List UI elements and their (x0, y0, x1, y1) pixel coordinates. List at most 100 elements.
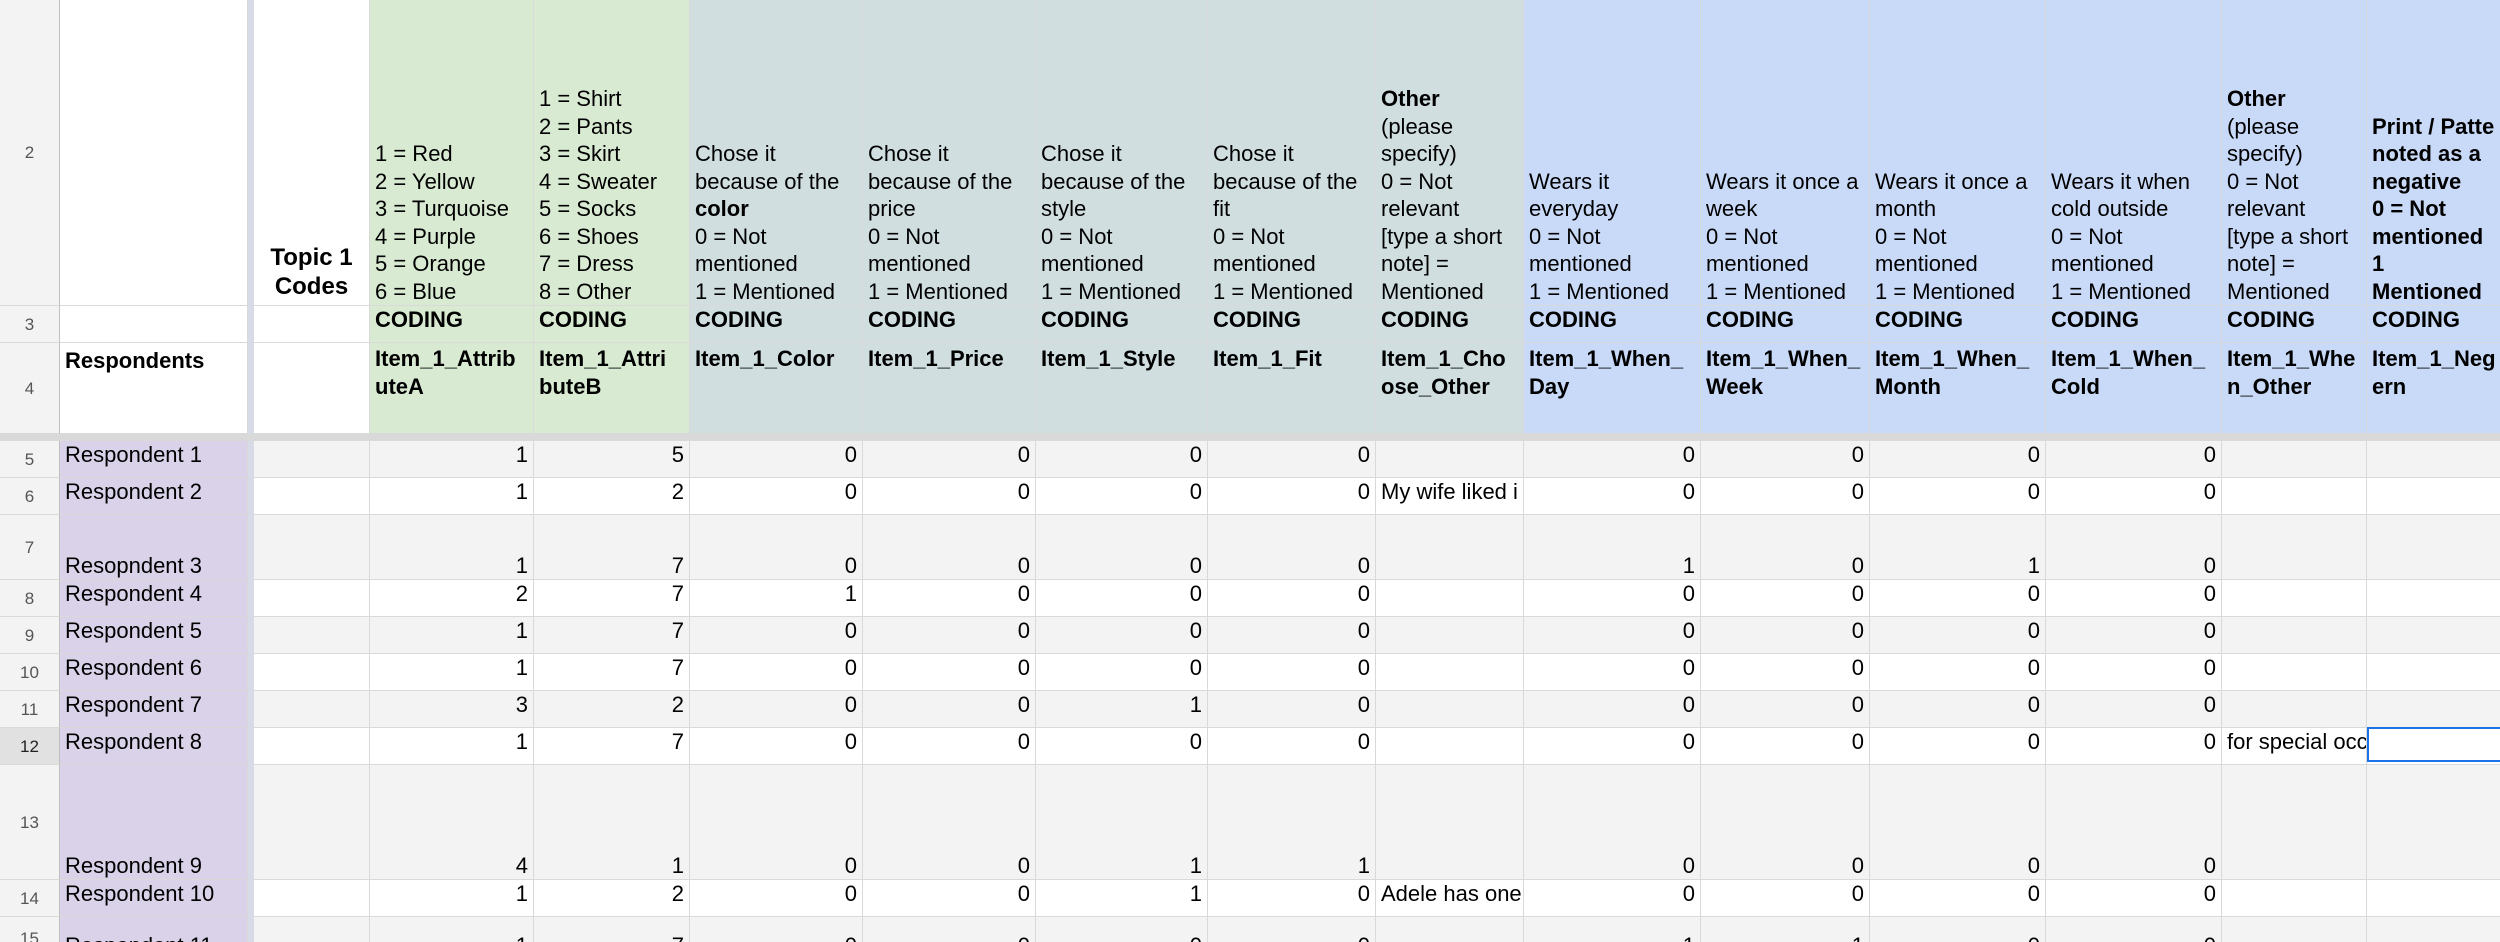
data-cell[interactable]: 4 (370, 765, 534, 880)
data-cell[interactable]: 0 (1524, 654, 1701, 691)
data-cell[interactable]: 1 (1036, 765, 1208, 880)
column-coding-12[interactable]: CODING (2222, 306, 2367, 343)
column-coding-7[interactable]: CODING (1376, 306, 1524, 343)
column-variable-7[interactable]: Item_1_Cho ose_Other (1376, 343, 1524, 434)
data-cell[interactable]: 0 (1036, 617, 1208, 654)
respondent-name-cell[interactable]: Respondent 9 (60, 765, 248, 880)
data-cell[interactable]: 1 (534, 765, 690, 880)
data-cell[interactable]: 0 (2046, 917, 2222, 942)
topic-1-codes-label[interactable]: Topic 1 Codes (254, 0, 370, 306)
column-description-5[interactable]: Chose it because of the style 0 = Not mentio… (1036, 0, 1208, 306)
row-header-3[interactable]: 3 (0, 306, 60, 343)
row-header-7[interactable]: 7 (0, 515, 60, 580)
column-description-1[interactable]: 1 = Red 2 = Yellow 3 = Turquoise 4 = Purple… (370, 0, 534, 306)
respondents-coding-blank[interactable] (60, 306, 248, 343)
data-cell[interactable] (2222, 654, 2367, 691)
data-cell[interactable]: 0 (1870, 617, 2046, 654)
column-description-4[interactable]: Chose it because of the price 0 = Not mentio… (863, 0, 1036, 306)
row-header-4[interactable]: 4 (0, 343, 60, 434)
data-cell[interactable]: 1 (370, 478, 534, 515)
column-variable-12[interactable]: Item_1_Whe n_Other (2222, 343, 2367, 434)
respondent-name-cell[interactable]: Respondent 5 (60, 617, 248, 654)
data-cell[interactable]: 0 (1701, 880, 1870, 917)
data-cell[interactable] (2367, 765, 2500, 880)
data-cell[interactable] (1376, 728, 1524, 765)
data-cell[interactable]: 0 (863, 580, 1036, 617)
data-cell[interactable]: 1 (370, 917, 534, 942)
data-cell[interactable]: 0 (690, 617, 863, 654)
respondent-name-cell[interactable]: Respondent 7 (60, 691, 248, 728)
data-cell[interactable]: 2 (370, 580, 534, 617)
data-cell[interactable] (2367, 691, 2500, 728)
data-cell[interactable]: 0 (1524, 765, 1701, 880)
data-cell[interactable]: 1 (370, 880, 534, 917)
data-cell[interactable]: 0 (1870, 441, 2046, 478)
column-description-7[interactable]: Other (please specify) 0 = Not relevant [type… (1376, 0, 1524, 306)
respondent-name-cell[interactable]: Resopndent 3 (60, 515, 248, 580)
data-cell[interactable]: 1 (1701, 917, 1870, 942)
data-cell[interactable]: 0 (1701, 580, 1870, 617)
data-cell[interactable]: My wife liked i (1376, 478, 1524, 515)
data-cell[interactable]: 2 (534, 691, 690, 728)
column-variable-2[interactable]: Item_1_Attri buteB (534, 343, 690, 434)
data-cell[interactable]: 1 (690, 580, 863, 617)
row-header-14[interactable]: 14 (0, 880, 60, 917)
data-cell[interactable]: 0 (1701, 728, 1870, 765)
data-cell[interactable]: 1 (370, 617, 534, 654)
data-cell[interactable] (2367, 880, 2500, 917)
row-header-11[interactable]: 11 (0, 691, 60, 728)
row-header-13[interactable]: 13 (0, 765, 60, 880)
column-variable-6[interactable]: Item_1_Fit (1208, 343, 1376, 434)
data-cell[interactable]: 0 (1701, 478, 1870, 515)
data-cell[interactable]: 0 (1701, 515, 1870, 580)
data-cell[interactable]: 0 (2046, 617, 2222, 654)
data-cell[interactable] (2367, 478, 2500, 515)
data-cell[interactable]: 0 (1701, 617, 1870, 654)
data-cell[interactable]: 0 (1208, 441, 1376, 478)
column-variable-13[interactable]: Item_1_Neg ern (2367, 343, 2500, 434)
data-cell[interactable]: 1 (1870, 515, 2046, 580)
data-cell[interactable]: 0 (690, 880, 863, 917)
data-cell[interactable]: 0 (863, 478, 1036, 515)
data-cell[interactable]: 0 (690, 691, 863, 728)
data-cell[interactable] (2367, 580, 2500, 617)
data-cell[interactable]: 0 (1870, 580, 2046, 617)
topic-cell[interactable] (254, 917, 370, 942)
data-cell[interactable]: 5 (534, 441, 690, 478)
data-cell[interactable]: 0 (1870, 478, 2046, 515)
data-cell[interactable] (1376, 917, 1524, 942)
data-cell[interactable]: 0 (690, 478, 863, 515)
column-coding-5[interactable]: CODING (1036, 306, 1208, 343)
column-description-12[interactable]: Other (please specify) 0 = Not relevant [type… (2222, 0, 2367, 306)
row-header-10[interactable]: 10 (0, 654, 60, 691)
column-variable-8[interactable]: Item_1_When_ Day (1524, 343, 1701, 434)
row-header-9[interactable]: 9 (0, 617, 60, 654)
data-cell[interactable]: 0 (1036, 580, 1208, 617)
data-cell[interactable]: 0 (1524, 617, 1701, 654)
data-cell[interactable]: for special occ (2222, 728, 2367, 765)
column-variable-4[interactable]: Item_1_Price (863, 343, 1036, 434)
respondents-header-blank[interactable] (60, 0, 248, 306)
data-cell[interactable]: 0 (1870, 917, 2046, 942)
data-cell[interactable] (2367, 654, 2500, 691)
data-cell[interactable]: 0 (690, 654, 863, 691)
data-cell[interactable]: 7 (534, 654, 690, 691)
data-cell[interactable] (2222, 917, 2367, 942)
data-cell[interactable] (2367, 441, 2500, 478)
column-description-2[interactable]: 1 = Shirt 2 = Pants 3 = Skirt 4 = Sweater 5 … (534, 0, 690, 306)
data-cell[interactable]: 0 (863, 691, 1036, 728)
data-cell[interactable]: 0 (1208, 880, 1376, 917)
data-cell[interactable]: 1 (1524, 515, 1701, 580)
column-coding-1[interactable]: CODING (370, 306, 534, 343)
data-cell[interactable] (2222, 441, 2367, 478)
data-cell[interactable]: 0 (1208, 728, 1376, 765)
column-description-3[interactable]: Chose it because of the color 0 = Not mentio… (690, 0, 863, 306)
data-cell[interactable]: 0 (863, 917, 1036, 942)
respondent-name-cell[interactable]: Respondent 2 (60, 478, 248, 515)
data-cell[interactable]: 0 (863, 654, 1036, 691)
data-cell[interactable]: 0 (863, 617, 1036, 654)
data-cell[interactable]: 7 (534, 728, 690, 765)
data-cell[interactable]: 0 (1208, 617, 1376, 654)
respondents-column-header[interactable]: Respondents (60, 343, 248, 434)
data-cell[interactable] (2222, 765, 2367, 880)
